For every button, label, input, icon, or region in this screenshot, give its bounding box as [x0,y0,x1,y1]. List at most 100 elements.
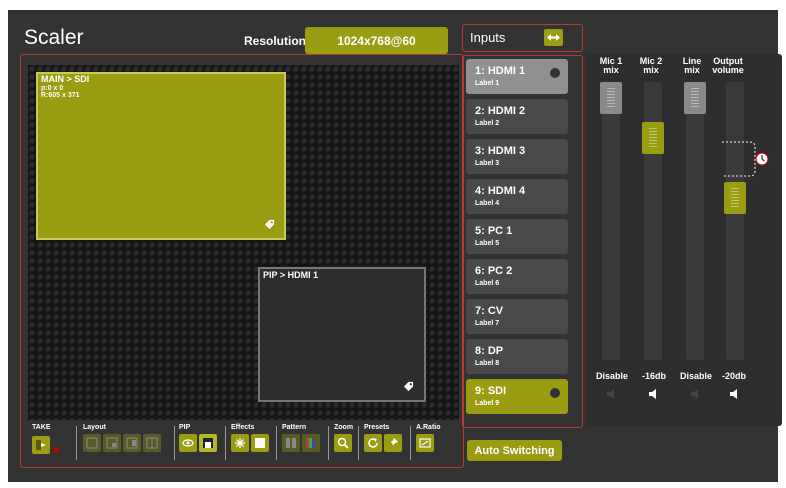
layout-single-button[interactable] [83,434,101,452]
input-name: 1: HDMI 1 [475,65,526,77]
mic2-slider-thumb[interactable] [642,122,664,154]
pin-icon [388,438,398,448]
main-window[interactable]: MAIN > SDI p:0 x 0 R:605 x 371 [36,72,286,240]
effects-button[interactable] [231,434,249,452]
inputs-title: Inputs [470,30,506,45]
color-bars-icon [306,438,315,448]
layout-single-icon [86,437,98,449]
bars-icon [286,438,296,448]
output-volume-slider-thumb[interactable] [724,182,746,214]
swap-arrows-icon [547,34,560,41]
inputs-header: Inputs [462,24,583,52]
input-label: Label 3 [475,160,500,167]
line-slider[interactable] [684,82,706,360]
input-label: Label 2 [475,120,500,127]
mic1-value: Disable [595,371,628,381]
divider [76,426,77,460]
scaler-app: Scaler Resolution 1024x768@60 MAIN > SDI… [8,10,782,482]
divider [358,426,359,460]
speaker-icon[interactable] [605,387,619,401]
resolution-dropdown[interactable]: 1024x768@60 [305,27,448,54]
input-name: 8: DP [475,345,504,357]
pip-visibility-button[interactable] [179,434,197,452]
speaker-icon[interactable] [647,387,661,401]
auto-switching-button[interactable]: Auto Switching [467,440,562,461]
line-label: Line mix [682,56,702,75]
inputs-toggle-button[interactable] [544,29,563,46]
zoom-label: Zoom [334,424,354,431]
pip-source-button[interactable] [199,434,217,452]
input-hdmi-3[interactable]: 3: HDMI 3 Label 3 [466,139,568,174]
input-dp[interactable]: 8: DP Label 8 [466,339,568,374]
presets-label: Presets [364,424,390,431]
preview-canvas: MAIN > SDI p:0 x 0 R:605 x 371 PIP > HDM… [28,65,459,420]
cancel-icon[interactable] [52,446,60,454]
line-slider-thumb[interactable] [684,82,706,114]
input-name: 5: PC 1 [475,225,513,237]
fade-button[interactable] [251,434,269,452]
eye-icon [182,439,194,447]
take-button[interactable] [32,436,50,454]
input-name: 9: SDI [475,385,507,397]
square-icon [255,438,265,448]
layout-split-icon [146,437,158,449]
speaker-icon[interactable] [689,387,703,401]
volume-range-bracket [722,141,769,177]
output-volume-label: Output volume [712,56,744,75]
sparkle-icon [235,438,245,448]
input-cv[interactable]: 7: CV Label 7 [466,299,568,334]
speaker-icon[interactable] [728,387,742,401]
input-pc-2[interactable]: 6: PC 2 Label 6 [466,259,568,294]
input-hdmi-4[interactable]: 4: HDMI 4 Label 4 [466,179,568,214]
preset-recall-button[interactable] [364,434,382,452]
tag-icon[interactable] [264,219,275,230]
input-name: 7: CV [475,305,504,317]
main-window-label: MAIN > SDI [41,74,90,84]
layout-label: Layout [83,424,106,431]
preset-save-button[interactable] [384,434,402,452]
magnifier-icon [337,437,349,449]
output-volume-slider[interactable] [724,82,746,360]
zoom-button[interactable] [334,434,352,452]
input-sdi[interactable]: 9: SDI Label 9 [466,379,568,414]
layout-pip-button[interactable] [103,434,121,452]
input-name: 6: PC 2 [475,265,513,277]
main-window-size: R:605 x 371 [41,92,80,99]
audio-mixer: Mic 1 mix Mic 2 mix Line mix Output volume D… [586,54,782,426]
pattern-color-button[interactable] [302,434,320,452]
mic1-label: Mic 1 mix [599,56,623,75]
input-pc-1[interactable]: 5: PC 1 Label 5 [466,219,568,254]
pip-window-label: PIP > HDMI 1 [263,270,319,280]
page-title: Scaler [24,26,84,49]
pattern-label: Pattern [282,424,307,431]
active-indicator-icon [550,68,560,78]
main-window-position: p:0 x 0 [41,85,64,92]
layout-split-button[interactable] [143,434,161,452]
aratio-label: A.Ratio [416,424,441,431]
aspect-ratio-button[interactable] [416,434,434,452]
mic2-label: Mic 2 mix [639,56,663,75]
take-group: TAKE [32,424,60,454]
pattern-group: Pattern [282,424,320,452]
layout-pbp-icon [126,437,138,449]
input-label: Label 1 [475,80,500,87]
pattern-bars-button[interactable] [282,434,300,452]
resolution-label: Resolution [244,34,306,48]
pip-window[interactable]: PIP > HDMI 1 [258,267,426,402]
input-label: Label 7 [475,320,500,327]
layout-pbp-button[interactable] [123,434,141,452]
layout-pip-icon [106,437,118,449]
input-hdmi-2[interactable]: 2: HDMI 2 Label 2 [466,99,568,134]
pip-label: PIP [179,424,191,431]
input-name: 4: HDMI 4 [475,185,526,197]
input-hdmi-1[interactable]: 1: HDMI 1 Label 1 [466,59,568,94]
zoom-group: Zoom [334,424,353,452]
mic1-slider[interactable] [600,82,622,360]
take-label: TAKE [32,424,51,431]
tag-icon[interactable] [403,381,414,392]
mic1-slider-thumb[interactable] [600,82,622,114]
input-label: Label 5 [475,240,500,247]
refresh-icon [368,438,378,448]
mic2-slider[interactable] [642,82,664,360]
pip-icon [203,438,213,448]
